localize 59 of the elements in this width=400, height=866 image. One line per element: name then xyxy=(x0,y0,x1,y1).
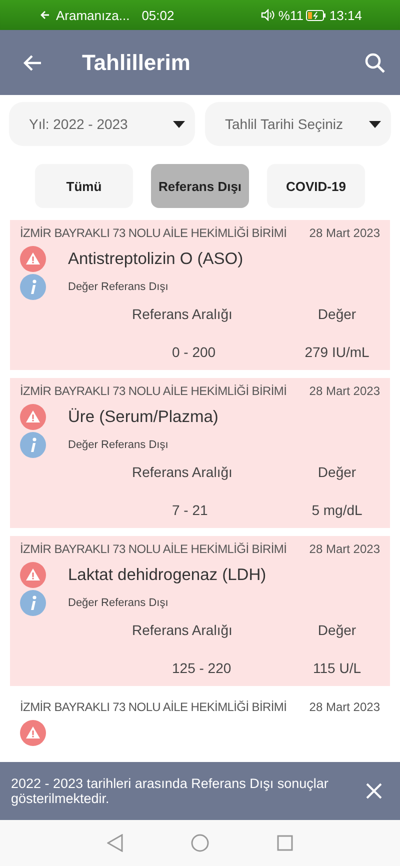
status-note: Değer Referans Dışı xyxy=(68,597,168,609)
institution-name: İZMİR BAYRAKLI 73 NOLU AİLE HEKİMLİĞİ BİRİMİ xyxy=(20,226,287,240)
institution-name: İZMİR BAYRAKLI 73 NOLU AİLE HEKİMLİĞİ BİRİMİ xyxy=(20,700,287,714)
filter-tab[interactable]: Tümü xyxy=(35,164,133,208)
column-label: Referans Aralığı xyxy=(132,622,234,638)
call-label: Aramanıza... xyxy=(56,8,130,22)
screen-title: Tahlillerim xyxy=(82,50,192,76)
home-circle-icon xyxy=(191,834,209,852)
column-label: Referans Aralığı xyxy=(132,306,234,322)
battery-percent: %11 xyxy=(278,8,304,22)
status-note: Değer Referans Dışı xyxy=(68,281,168,293)
result-card[interactable]: İZMİR BAYRAKLI 73 NOLU AİLE HEKİMLİĞİ BİRİMİ 28 Mart 2023 Üre (Serum/Plazma) Değer Referans Dışı Referans Aralığı Değer 7 - 21 5 mg/dL xyxy=(10,378,390,528)
warning-icon xyxy=(20,246,46,272)
test-name: Üre (Serum/Plazma) xyxy=(68,408,218,426)
square-icon xyxy=(277,835,293,851)
reference-range: 125 - 220 xyxy=(171,660,232,676)
close-icon xyxy=(366,783,382,799)
result-date: 28 Mart 2023 xyxy=(309,542,380,556)
reference-range: 0 - 200 xyxy=(171,344,217,360)
warning-icon xyxy=(20,562,46,588)
test-name: Laktat dehidrogenaz (LDH) xyxy=(68,566,266,584)
institution-name: İZMİR BAYRAKLI 73 NOLU AİLE HEKİMLİĞİ BİRİMİ xyxy=(20,542,287,556)
snackbar-message: 2022 - 2023 tarihleri arasında Referans Dışı sonuçlar gösterilmektedir. xyxy=(11,776,330,806)
test-name: Antistreptolizin O (ASO) xyxy=(68,250,244,268)
dropdown[interactable]: Yıl: 2022 - 2023 xyxy=(9,102,195,146)
result-value: 5 mg/dL xyxy=(310,502,364,518)
close-button[interactable] xyxy=(364,781,384,801)
battery-icon xyxy=(306,10,326,20)
institution-name: İZMİR BAYRAKLI 73 NOLU AİLE HEKİMLİĞİ BİRİMİ xyxy=(20,384,287,398)
result-value: 115 U/L xyxy=(312,660,362,676)
column-label: Değer xyxy=(316,622,358,638)
info-icon xyxy=(20,274,46,300)
search-icon xyxy=(364,52,386,74)
call-timer: 05:02 xyxy=(142,8,174,22)
dropdown-caret-icon xyxy=(369,120,381,128)
back-triangle-icon xyxy=(107,834,123,852)
clock: 13:14 xyxy=(329,8,362,22)
info-icon xyxy=(20,590,46,616)
column-label: Değer xyxy=(316,306,358,322)
warning-icon xyxy=(20,404,46,430)
filter-tab[interactable]: Referans Dışı xyxy=(151,164,249,208)
filter-tab[interactable]: COVID-19 xyxy=(267,164,365,208)
result-date: 28 Mart 2023 xyxy=(309,384,380,398)
back-arrow-icon xyxy=(40,10,50,20)
speaker-icon xyxy=(261,9,276,21)
info-icon xyxy=(20,432,46,458)
back-arrow-icon xyxy=(22,54,42,72)
result-card[interactable]: İZMİR BAYRAKLI 73 NOLU AİLE HEKİMLİĞİ BİRİMİ 28 Mart 2023 Laktat dehidrogenaz (LDH) Değer Referans Dışı Referans Aralığı Değer 125 - 220 115 U/L xyxy=(10,536,390,686)
warning-icon xyxy=(20,720,46,746)
result-value: 279 IU/mL xyxy=(304,344,370,360)
result-date: 28 Mart 2023 xyxy=(309,700,380,714)
column-label: Referans Aralığı xyxy=(132,464,234,480)
reference-range: 7 - 21 xyxy=(171,502,209,518)
dropdown-caret-icon xyxy=(173,120,185,128)
column-label: Değer xyxy=(316,464,358,480)
dropdown[interactable]: Tahlil Tarihi Seçiniz xyxy=(205,102,391,146)
status-note: Değer Referans Dışı xyxy=(68,439,168,451)
result-card[interactable]: İZMİR BAYRAKLI 73 NOLU AİLE HEKİMLİĞİ BİRİMİ 28 Mart 2023 Antistreptolizin O (ASO) Değer Referans Dışı Referans Aralığı Değer 0 - 200 279 IU/mL xyxy=(10,220,390,370)
result-date: 28 Mart 2023 xyxy=(309,226,380,240)
